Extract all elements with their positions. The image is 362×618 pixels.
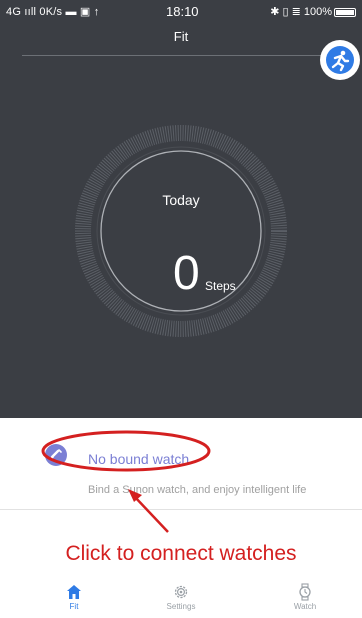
steps-unit: Steps: [205, 279, 236, 293]
annotation-ellipse: [41, 430, 211, 472]
status-time: 18:10: [166, 4, 199, 19]
running-icon: [326, 46, 354, 74]
tab-settings-label: Settings: [166, 602, 196, 611]
status-bar: 4G ııll 0K/s ▬ ▣ ↑ 18:10 ✱ ▯ ≣ 100%: [0, 0, 362, 24]
bind-watch-subtitle: Bind a Sunon watch, and enjoy intelligen…: [88, 484, 307, 496]
annotation-text: Click to connect watches: [65, 542, 297, 565]
start-workout-button[interactable]: [320, 40, 360, 80]
tab-watch[interactable]: Watch: [265, 576, 345, 618]
status-left-indicators: 4G ııll 0K/s ▬ ▣ ↑: [6, 6, 100, 18]
gear-icon: [174, 585, 188, 599]
home-icon: [67, 585, 81, 599]
tab-settings[interactable]: Settings: [141, 576, 221, 618]
watch-icon: [299, 583, 311, 601]
dashboard-panel: 4G ııll 0K/s ▬ ▣ ↑ 18:10 ✱ ▯ ≣ 100% Fit …: [0, 0, 362, 418]
tab-fit-label: Fit: [69, 602, 79, 611]
day-label: Today: [162, 192, 200, 208]
step-progress-ring: [74, 124, 288, 338]
steps-count: 0: [173, 247, 200, 300]
page-title: Fit: [173, 29, 189, 44]
bottom-tab-bar: Fit Settings Watch: [0, 576, 362, 618]
tab-fit[interactable]: Fit: [34, 576, 114, 618]
battery-icon: [334, 8, 356, 17]
tab-watch-label: Watch: [293, 602, 317, 611]
status-right-indicators: ✱ ▯ ≣ 100%: [270, 6, 332, 18]
header-divider: [22, 55, 340, 56]
